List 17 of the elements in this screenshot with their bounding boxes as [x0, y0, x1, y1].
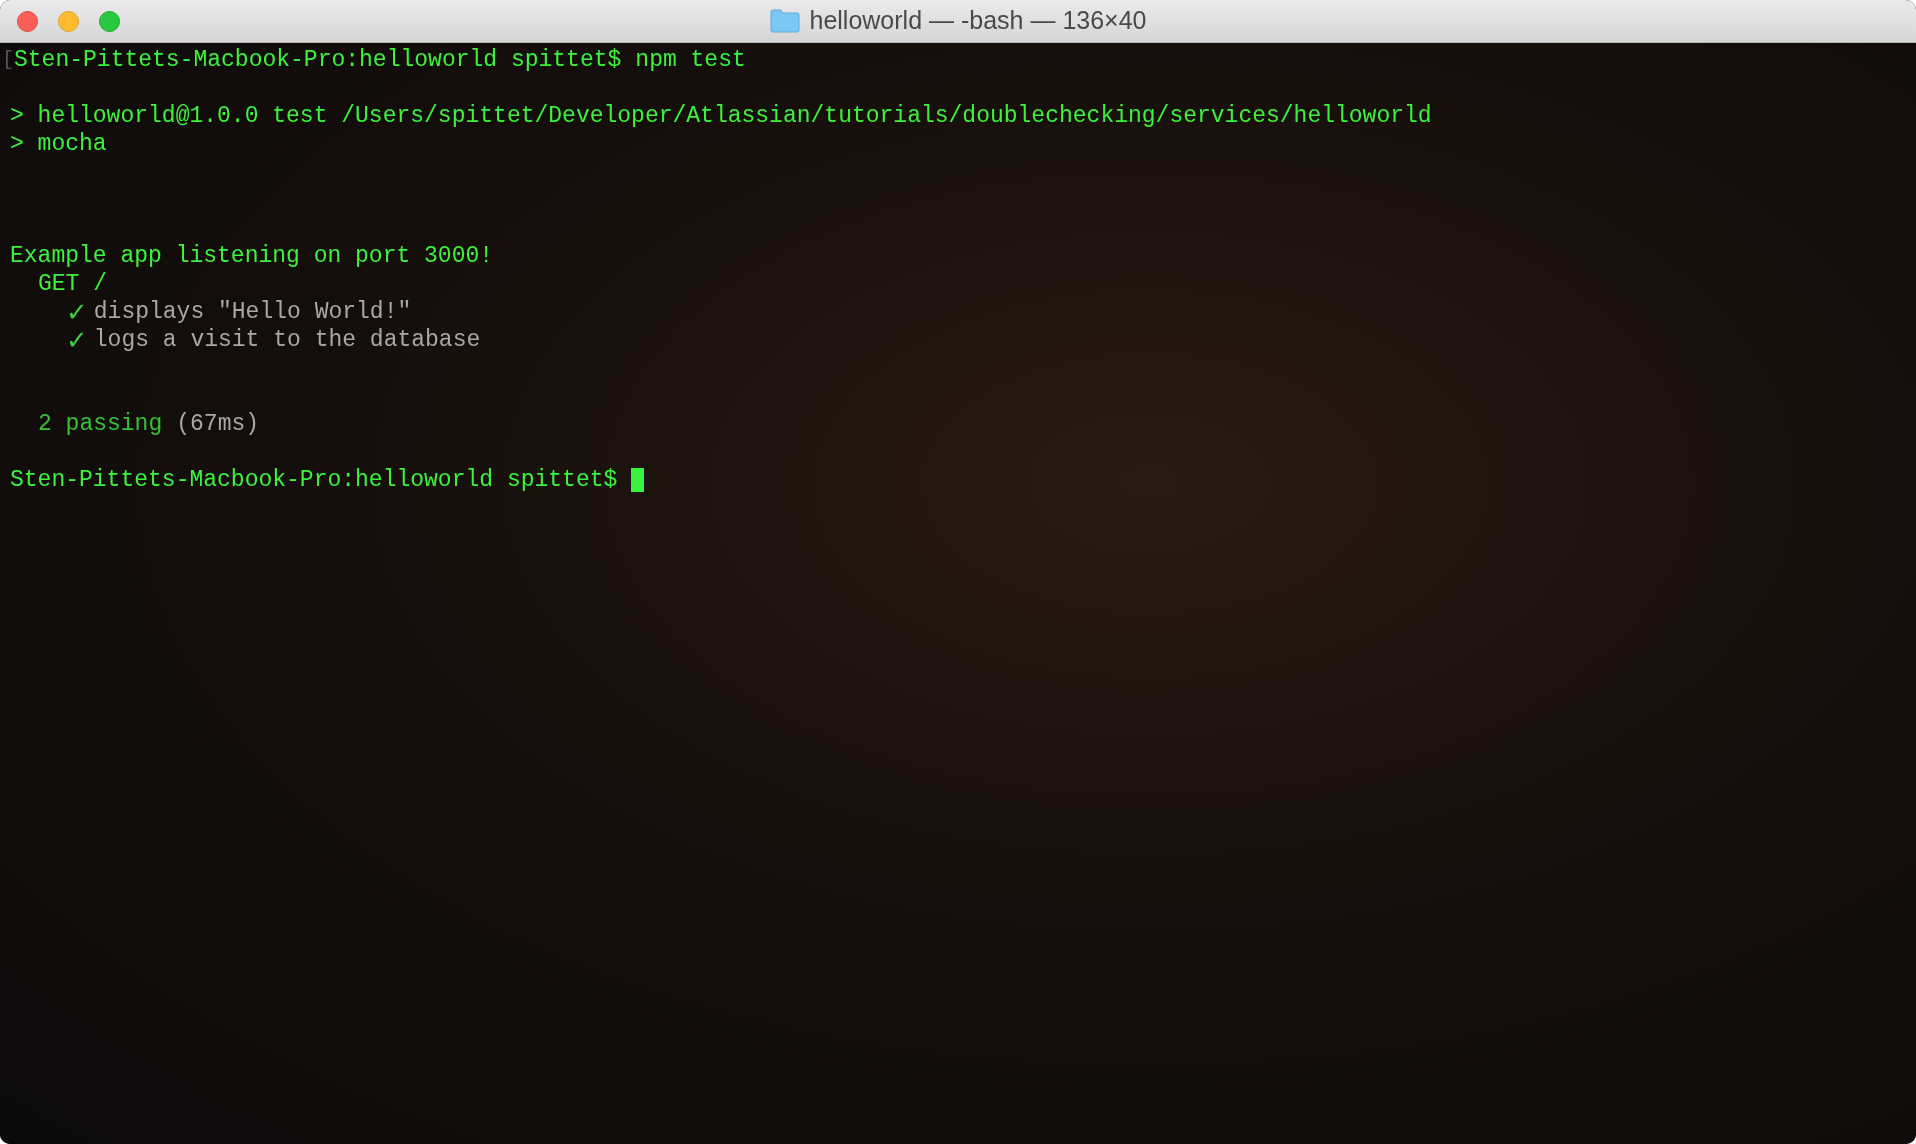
- output-line: > helloworld@1.0.0 test /Users/spittet/Developer/Atlassian/tutorials/doublechecking/services/helloworld: [10, 101, 1432, 131]
- minimize-button[interactable]: [58, 10, 79, 32]
- command-text: npm test: [635, 45, 746, 75]
- bracket-mark: [: [2, 47, 14, 73]
- output-line: Example app listening on port 3000!: [10, 241, 494, 271]
- window-title: helloworld — -bash — 136×40: [809, 5, 1147, 37]
- maximize-button[interactable]: [99, 10, 120, 32]
- shell-prompt: Sten-Pittets-Macbook-Pro:helloworld spittet$: [10, 465, 618, 495]
- test-name: displays "Hello World!": [93, 297, 412, 327]
- duration-text: (67ms): [176, 409, 260, 439]
- output-line: > mocha: [10, 129, 107, 159]
- folder-icon: [769, 9, 800, 33]
- text-cursor: [631, 468, 645, 492]
- passing-count: 2 passing: [38, 409, 163, 439]
- close-button[interactable]: [17, 10, 38, 32]
- test-name: logs a visit to the database: [93, 325, 481, 355]
- shell-prompt: Sten-Pittets-Macbook-Pro:helloworld spittet$: [14, 45, 622, 75]
